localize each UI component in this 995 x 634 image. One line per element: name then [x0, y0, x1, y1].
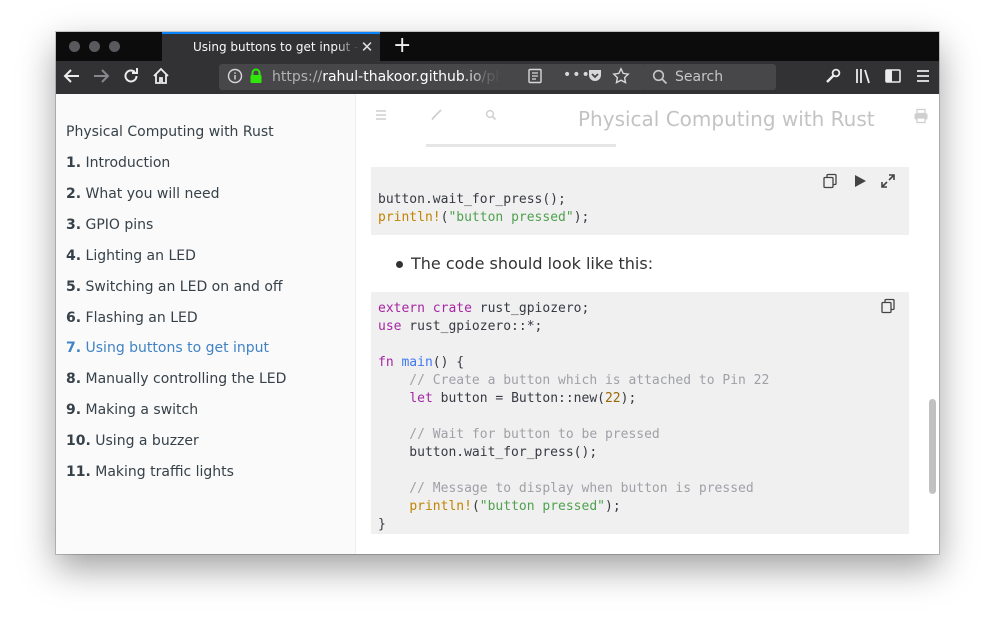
sidebar-item[interactable]: 6. Flashing an LED	[66, 310, 198, 326]
bookmark-star-icon[interactable]	[612, 67, 630, 89]
navigation-toolbar: https://rahul-thakoor.github.io/physical…	[56, 61, 939, 94]
sidebar-item-number: 8.	[66, 371, 82, 388]
scrollbar-thumb[interactable]	[929, 399, 936, 494]
reload-button[interactable]	[121, 66, 141, 88]
sidebar-item-label: What you will need	[85, 185, 220, 202]
sidebar-item-label: Lighting an LED	[85, 247, 196, 264]
sidebar-item-number: 7.	[66, 340, 82, 357]
window-minimize-button[interactable]	[89, 41, 100, 52]
reader-view-icon[interactable]	[527, 68, 543, 88]
book-sidebar: Physical Computing with Rust 1. Introduc…	[56, 94, 356, 554]
book-title: Physical Computing with Rust	[578, 107, 875, 131]
hamburger-menu-icon	[917, 70, 929, 82]
sidebar-item[interactable]: 4. Lighting an LED	[66, 248, 196, 264]
sidebar-item-number: 5.	[66, 278, 82, 295]
tab-title: Using buttons to get input - Physical Co…	[193, 40, 359, 54]
page-content: Physical Computing with Rust 1. Introduc…	[56, 94, 939, 554]
copy-icon[interactable]	[822, 173, 838, 193]
sidebar-item[interactable]: 8. Manually controlling the LED	[66, 371, 286, 387]
window-zoom-button[interactable]	[109, 41, 120, 52]
copy-icon[interactable]	[880, 298, 896, 318]
bullet-icon	[396, 261, 403, 268]
back-arrow-icon	[63, 69, 79, 83]
padlock-icon[interactable]	[249, 68, 263, 88]
window-close-button[interactable]	[69, 41, 80, 52]
sidebar-toggle-button[interactable]	[883, 66, 903, 88]
menu-bar: Physical Computing with Rust	[356, 94, 939, 144]
sidebar-item[interactable]: 10. Using a buzzer	[66, 433, 199, 449]
sidebar-item-number: 6.	[66, 309, 82, 326]
home-icon	[153, 67, 169, 84]
sidebar-item[interactable]: 7. Using buttons to get input	[66, 340, 269, 356]
library-icon	[856, 69, 870, 84]
sidebar-item-number: 10.	[66, 433, 91, 450]
sidebar-item-label: Flashing an LED	[85, 309, 198, 326]
sidebar-item-label: Using a buzzer	[95, 433, 199, 450]
sidebar-item[interactable]: 3. GPIO pins	[66, 217, 153, 233]
tab-active[interactable]: Using buttons to get input - Physical Co…	[162, 32, 380, 61]
theme-brush-icon[interactable]	[430, 109, 442, 125]
toggle-sidebar-icon[interactable]	[375, 109, 387, 125]
home-button[interactable]	[151, 66, 171, 88]
browser-window: Using buttons to get input - Physical Co…	[56, 32, 939, 554]
url-text[interactable]: https://rahul-thakoor.github.io/physical…	[272, 69, 502, 85]
sidebar-title[interactable]: Physical Computing with Rust	[66, 124, 274, 140]
library-button[interactable]	[853, 66, 873, 88]
search-toggle-icon[interactable]	[485, 109, 497, 125]
developer-tools-button[interactable]	[823, 66, 843, 88]
sidebar-item[interactable]: 5. Switching an LED on and off	[66, 279, 283, 295]
forward-button[interactable]	[91, 66, 111, 88]
sidebar-item-number: 9.	[66, 402, 82, 419]
sidebar-item[interactable]: 1. Introduction	[66, 155, 170, 171]
sidebar-item-number: 2.	[66, 185, 82, 202]
scrolled-text-fragment	[426, 144, 616, 147]
forward-arrow-icon	[94, 69, 110, 83]
sidebar-item-label: Making traffic lights	[95, 464, 234, 480]
back-button[interactable]	[62, 66, 82, 88]
sidebar-item-label: Manually controlling the LED	[85, 371, 287, 388]
sidebar-item-number: 4.	[66, 247, 82, 264]
bullet-text: The code should look like this:	[411, 254, 654, 273]
play-icon[interactable]	[852, 173, 868, 193]
code-block-2: extern crate rust_gpiozero; use rust_gpi…	[371, 292, 909, 534]
expand-icon[interactable]	[880, 173, 896, 193]
tab-close-icon[interactable]: ✕	[359, 39, 375, 55]
search-icon	[652, 69, 668, 89]
info-icon[interactable]	[227, 68, 243, 88]
sidebar-item-label: Switching an LED on and off	[85, 278, 283, 295]
sidebar-item-label: GPIO pins	[85, 216, 154, 233]
wrench-icon	[826, 68, 841, 83]
favicon-icon	[172, 42, 182, 52]
url-bar[interactable]: https://rahul-thakoor.github.io/physical…	[219, 64, 646, 90]
sidebar-item-number: 3.	[66, 216, 82, 233]
sidebar-item-label: Making a switch	[85, 402, 199, 419]
sidebar-item[interactable]: 9. Making a switch	[66, 402, 198, 418]
sidebar-item-label: Using buttons to get input	[85, 340, 270, 357]
search-bar[interactable]: Search	[643, 64, 776, 90]
tab-strip: Using buttons to get input - Physical Co…	[56, 32, 939, 61]
sidebar-item[interactable]: 11. Making traffic lights	[66, 464, 234, 480]
pocket-icon[interactable]	[587, 68, 603, 88]
search-input[interactable]: Search	[675, 69, 723, 85]
sidebar-item[interactable]: 2. What you will need	[66, 186, 219, 202]
print-icon[interactable]	[913, 108, 929, 128]
sidebar-icon	[885, 69, 901, 83]
sidebar-item-number: 11.	[66, 464, 91, 480]
main-content: Physical Computing with Rust button.wait…	[356, 94, 939, 554]
menu-button[interactable]	[913, 66, 933, 88]
sidebar-item-number: 1.	[66, 155, 82, 171]
new-tab-button[interactable]: +	[393, 34, 411, 58]
reload-icon	[124, 68, 138, 83]
sidebar-item-label: Introduction	[85, 155, 171, 171]
